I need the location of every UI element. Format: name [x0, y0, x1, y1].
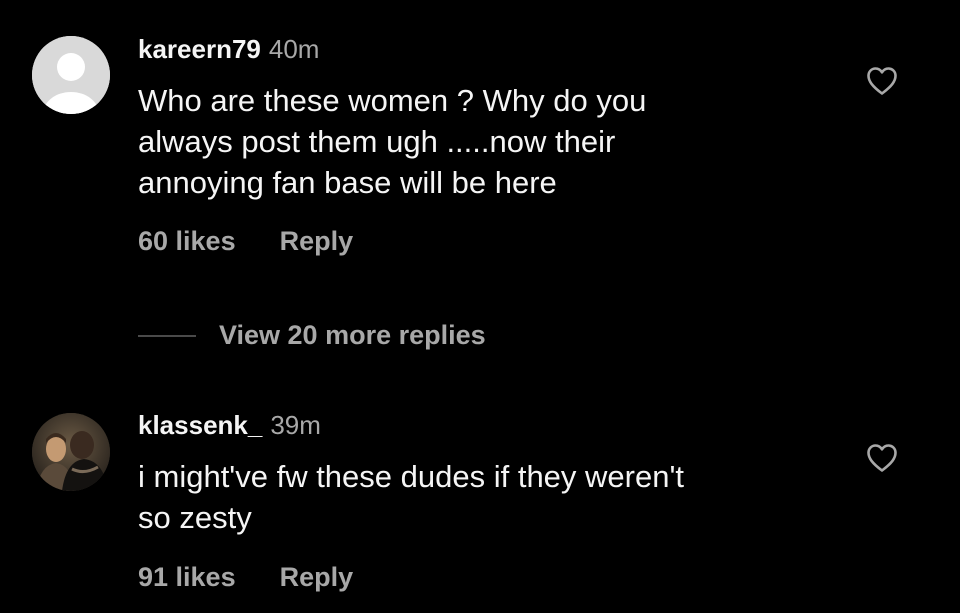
timestamp: 39m	[270, 410, 321, 440]
view-more-replies-label: View 20 more replies	[219, 320, 486, 350]
comment: kareern79 40m Who are these women ? Why d…	[0, 0, 960, 300]
comment-actions: 60 likes Reply	[138, 225, 353, 257]
photo-avatar	[32, 413, 110, 491]
comment-text-line: Who are these women ? Why do you	[138, 83, 647, 118]
likes-count[interactable]: 91 likes	[138, 562, 236, 592]
reply-button[interactable]: Reply	[280, 562, 354, 592]
comment-text-line: so zesty	[138, 500, 252, 535]
comment-header: klassenk_ 39m	[138, 410, 321, 440]
comment-text-line: always post them ugh .....now their	[138, 124, 616, 159]
heart-icon[interactable]	[866, 443, 898, 473]
replies-divider-line	[138, 335, 196, 337]
comment-text-line: i might've fw these dudes if they weren'…	[138, 459, 684, 494]
comment-header: kareern79 40m	[138, 34, 319, 64]
default-avatar-icon	[32, 36, 110, 114]
username[interactable]: kareern79	[138, 34, 261, 64]
comment: klassenk_ 39m i might've fw these dudes i…	[0, 380, 960, 613]
heart-icon[interactable]	[866, 66, 898, 96]
timestamp: 40m	[268, 34, 320, 64]
comment-text: i might've fw these dudes if they weren'…	[138, 456, 838, 538]
reply-button[interactable]: Reply	[280, 226, 354, 256]
username[interactable]: klassenk_	[138, 410, 262, 440]
user-avatar[interactable]	[32, 413, 110, 491]
comment-actions: 91 likes Reply	[138, 561, 353, 593]
user-avatar[interactable]	[32, 36, 110, 114]
comment-text-line: annoying fan base will be here	[138, 165, 557, 200]
comment-text: Who are these women ? Why do you always …	[138, 80, 838, 203]
likes-count[interactable]: 60 likes	[138, 226, 236, 256]
